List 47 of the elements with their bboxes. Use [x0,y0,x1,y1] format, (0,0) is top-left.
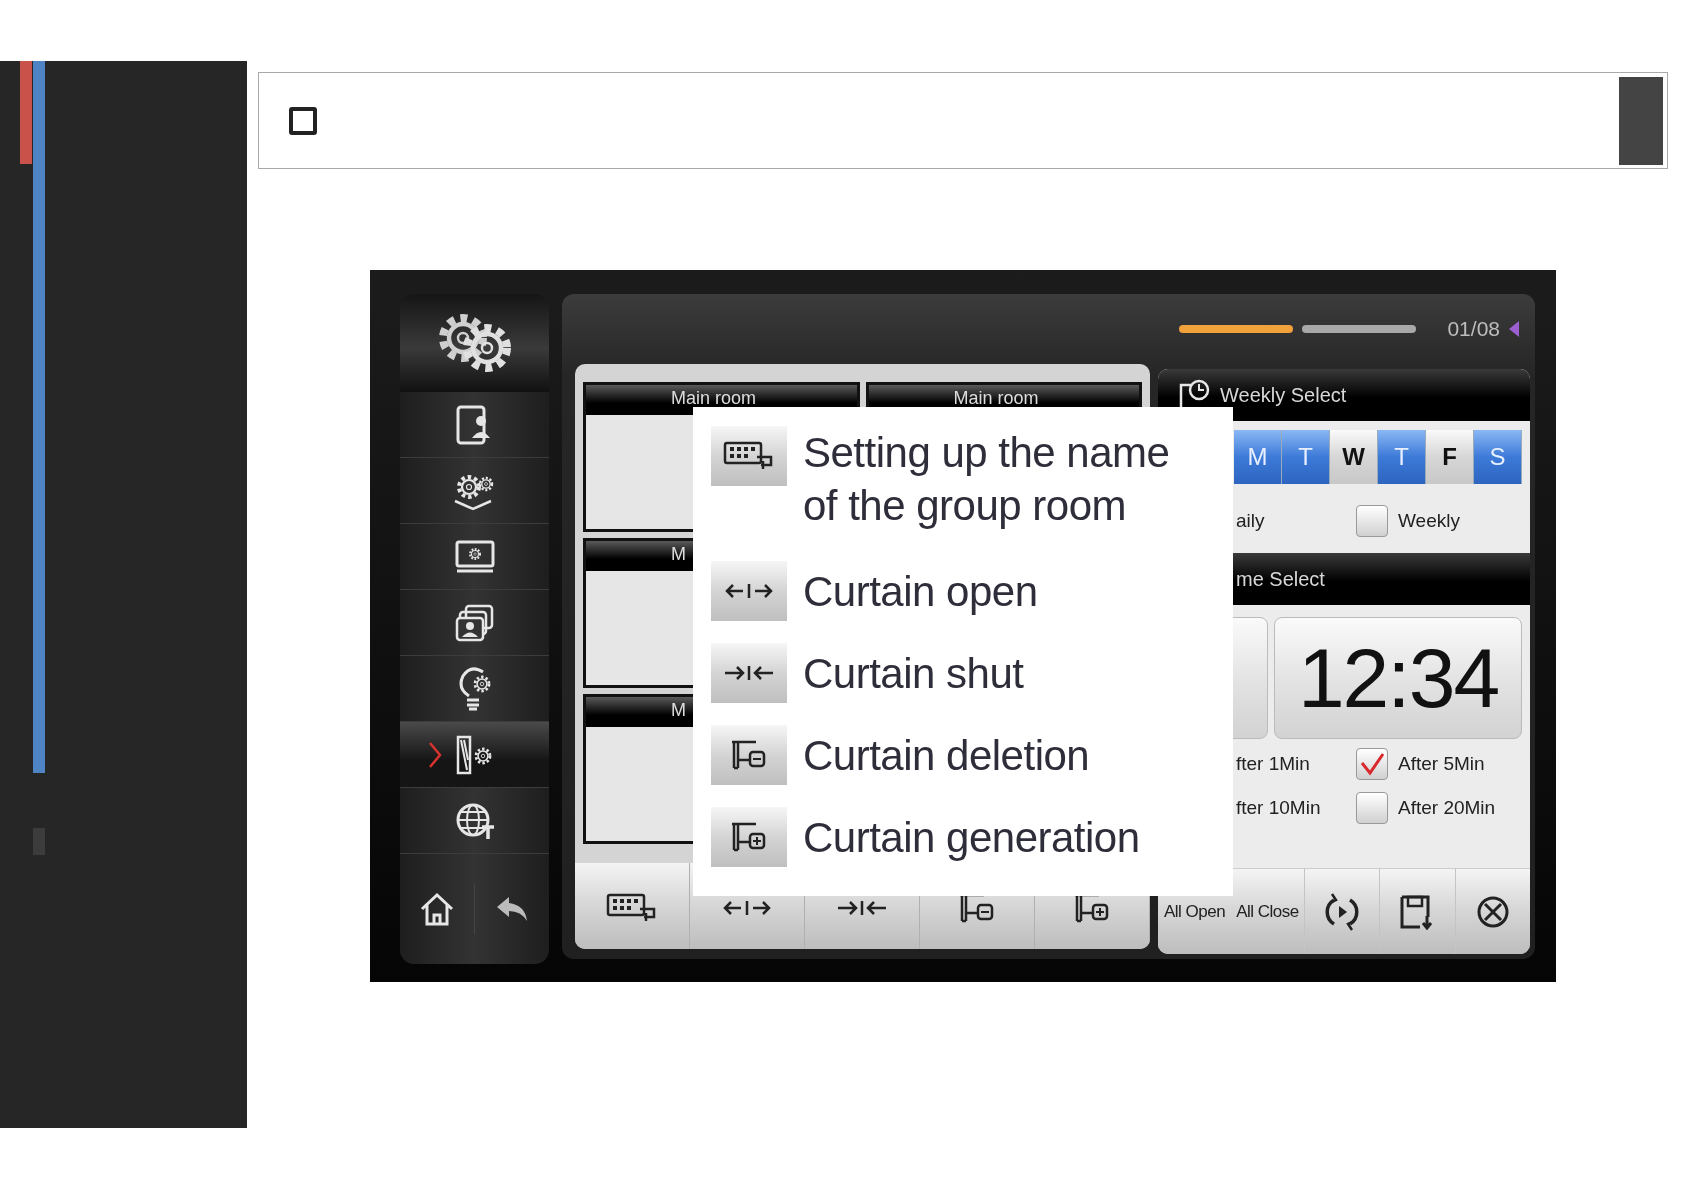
day-button[interactable]: M [1234,430,1282,484]
legend-text: Curtain generation [803,812,1141,863]
arrows-together-icon [723,663,775,683]
settings-tile[interactable] [400,294,549,392]
room-title: Main room [671,388,757,408]
checkmark-icon [1359,752,1385,776]
photo-stack-icon [453,602,496,643]
chevron-icon [428,741,442,769]
checkbox[interactable] [1356,505,1388,537]
square-bullet-icon [289,106,317,135]
back-arrow-icon [495,895,529,923]
close-icon [1475,894,1510,929]
section-title: Weekly Select [1220,383,1347,407]
option-label: fter 10Min [1236,797,1321,819]
room-title: M [671,700,686,720]
option-label: aily [1236,510,1265,532]
page-counter: 01/08 [1447,317,1500,341]
keyboard-icon [723,441,775,471]
action-button[interactable]: All Close [1231,869,1304,954]
toolbar-button[interactable] [575,863,690,949]
checkbox[interactable] [1356,748,1388,780]
action-button[interactable] [1379,869,1455,954]
day-button[interactable]: W [1330,430,1378,484]
option-label: After 20Min [1398,797,1496,819]
clock-display[interactable]: 12:34 [1274,617,1522,739]
option-label: After 5Min [1398,753,1485,775]
keyboard-icon [606,893,658,923]
section-title: me Select [1235,567,1325,591]
checkbox[interactable] [1356,792,1388,824]
arrows-together-icon [836,898,888,918]
room-title: Main room [953,388,1039,408]
triangle-left-icon [1509,321,1519,337]
arrows-apart-icon [723,581,775,601]
home-icon [418,891,456,927]
option-label: Weekly [1398,510,1460,532]
monitor-gear-icon [453,538,496,575]
legend-text: Curtain deletion [803,730,1091,781]
nav-item[interactable] [400,722,549,788]
action-button[interactable] [1454,869,1530,954]
day-button[interactable]: F [1426,430,1474,484]
legend-text: Curtain shut [803,648,1025,699]
room-title: M [671,544,686,564]
action-button[interactable] [1304,869,1380,954]
option-label: fter 1Min [1236,753,1310,775]
day-button[interactable]: S [1474,430,1522,484]
legend-text: Curtain open [803,566,1039,617]
arrows-apart-icon [721,898,773,918]
